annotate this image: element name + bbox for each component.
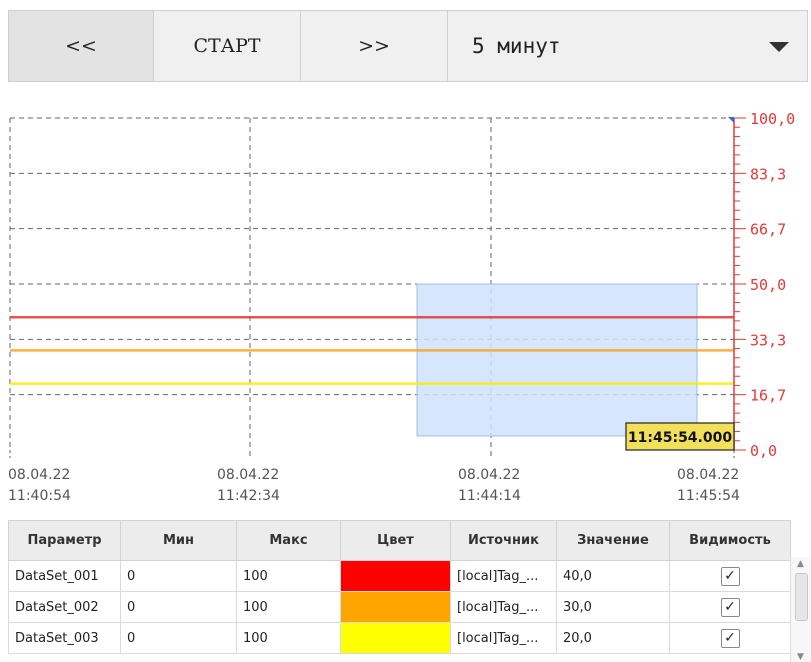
value-cell: 20,0 xyxy=(556,622,670,654)
x-tick-label-2: 08.04.22 11:42:34 xyxy=(217,467,280,504)
scroll-up-icon[interactable]: ▲ xyxy=(797,559,804,569)
value-cell: 40,0 xyxy=(556,560,670,592)
y-tick-label: 16,7 xyxy=(750,387,786,405)
visibility-checkbox[interactable]: ✓ xyxy=(720,628,740,648)
x-tick-label-3: 08.04.22 11:44:14 xyxy=(458,467,521,504)
previous-period-button[interactable]: << xyxy=(8,10,154,82)
table-scrollbar[interactable]: ▲ ▼ xyxy=(790,557,811,662)
column-header-source[interactable]: Источник xyxy=(450,520,557,561)
x-tick-label-4: 08.04.22 11:45:54 xyxy=(677,467,740,504)
scroll-down-icon[interactable]: ▼ xyxy=(797,652,804,662)
min-cell[interactable]: 0 xyxy=(120,622,237,654)
visibility-checkbox[interactable]: ✓ xyxy=(720,597,740,617)
color-cell[interactable] xyxy=(340,591,451,623)
visibility-cell: ✓ xyxy=(669,591,791,623)
period-dropdown[interactable]: 5 минут xyxy=(447,10,808,82)
source-cell: [local]Tag_... xyxy=(450,560,557,592)
column-header-min[interactable]: Мин xyxy=(120,520,237,561)
visibility-checkbox[interactable]: ✓ xyxy=(720,566,740,586)
column-header-max[interactable]: Макс xyxy=(236,520,341,561)
scrollbar-thumb[interactable] xyxy=(795,573,808,621)
next-period-button[interactable]: >> xyxy=(300,10,448,82)
table-row[interactable]: DataSet_001 0 100 [local]Tag_... 40,0 ✓ xyxy=(8,560,791,592)
column-header-visibility[interactable]: Видимость xyxy=(669,520,791,561)
start-button[interactable]: СТАРТ xyxy=(153,10,301,82)
y-tick-label: 0,0 xyxy=(750,442,777,460)
period-dropdown-value: 5 минут xyxy=(472,34,561,58)
color-cell[interactable] xyxy=(340,622,451,654)
source-cell: [local]Tag_... xyxy=(450,622,557,654)
table-row[interactable]: DataSet_003 0 100 [local]Tag_... 20,0 ✓ xyxy=(8,622,791,654)
column-header-parameter[interactable]: Параметр xyxy=(8,520,121,561)
value-cell: 30,0 xyxy=(556,591,670,623)
max-cell[interactable]: 100 xyxy=(236,622,341,654)
y-tick-label: 33,3 xyxy=(750,331,786,349)
max-cell[interactable]: 100 xyxy=(236,560,341,592)
param-cell: DataSet_001 xyxy=(8,560,121,592)
y-tick-label: 83,3 xyxy=(750,165,786,183)
column-header-value[interactable]: Значение xyxy=(556,520,670,561)
axis-marker-icon xyxy=(728,117,734,123)
cursor-time-label: 11:45:54.000 xyxy=(628,430,732,446)
param-cell: DataSet_002 xyxy=(8,591,121,623)
chevron-down-icon xyxy=(769,42,789,52)
table-header-row: Параметр Мин Макс Цвет Источник Значение… xyxy=(8,520,791,561)
x-tick-label-1: 08.04.22 11:40:54 xyxy=(8,467,71,504)
visibility-cell: ✓ xyxy=(669,622,791,654)
table-row[interactable]: DataSet_002 0 100 [local]Tag_... 30,0 ✓ xyxy=(8,591,791,623)
min-cell[interactable]: 0 xyxy=(120,591,237,623)
min-cell[interactable]: 0 xyxy=(120,560,237,592)
selection-area xyxy=(416,283,698,437)
y-tick-label: 100,0 xyxy=(750,110,795,128)
max-cell[interactable]: 100 xyxy=(236,591,341,623)
y-tick-label: 66,7 xyxy=(750,221,786,239)
color-cell[interactable] xyxy=(340,560,451,592)
source-cell: [local]Tag_... xyxy=(450,591,557,623)
y-tick-label: 50,0 xyxy=(750,276,786,294)
column-header-color[interactable]: Цвет xyxy=(340,520,451,561)
trend-chart[interactable]: 100,0 83,3 66,7 50,0 33,3 16,7 0,0 11:45:54.000 xyxy=(0,100,811,460)
parameters-table: Параметр Мин Макс Цвет Источник Значение… xyxy=(8,520,811,662)
param-cell: DataSet_003 xyxy=(8,622,121,654)
visibility-cell: ✓ xyxy=(669,560,791,592)
